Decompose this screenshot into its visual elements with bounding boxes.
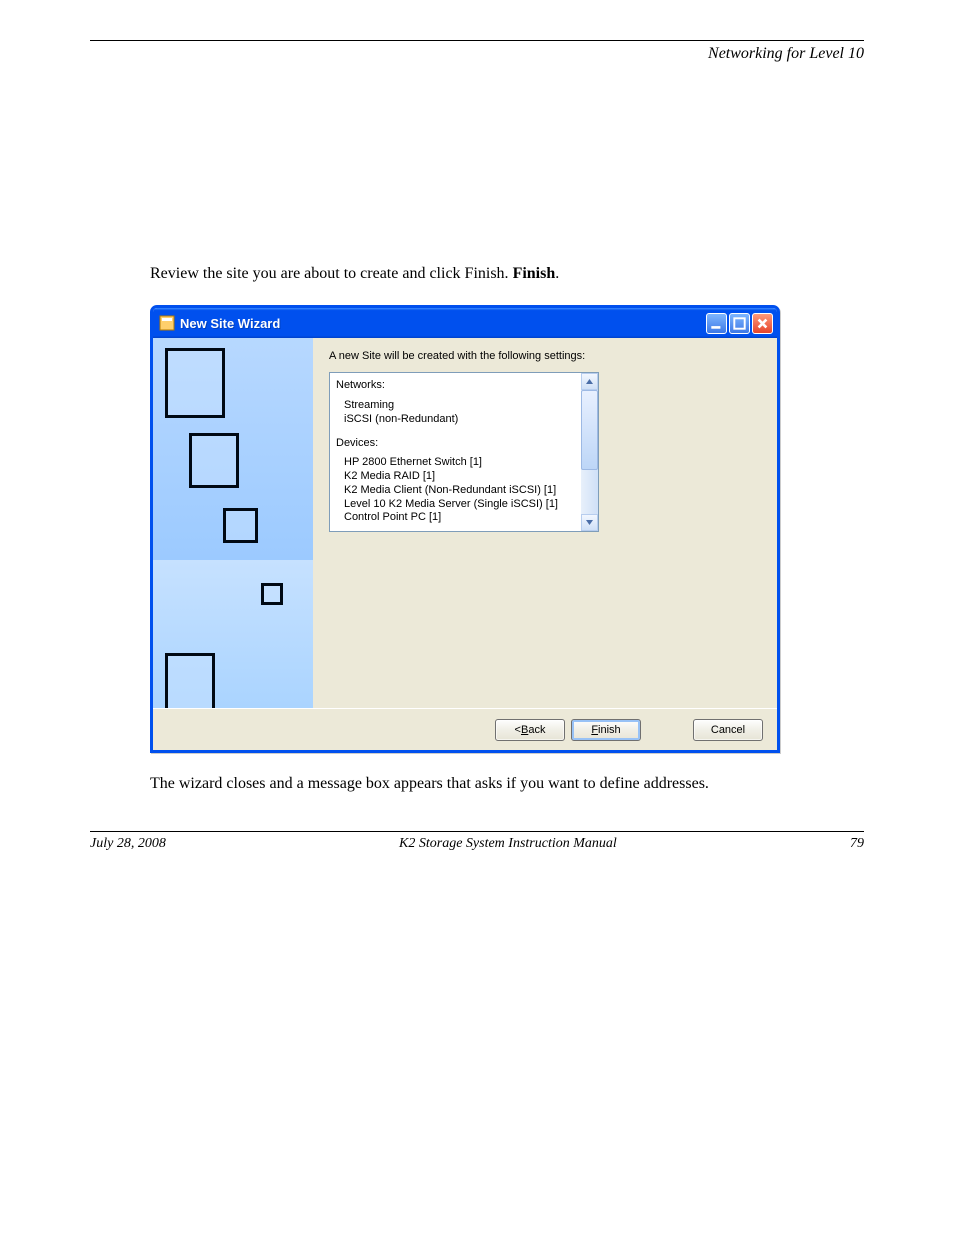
minimize-button[interactable] (706, 313, 727, 334)
scroll-track[interactable] (581, 390, 598, 514)
back-button[interactable]: < Back (495, 719, 565, 741)
wizard-sidebar-graphic (153, 338, 313, 708)
summary-listbox[interactable]: Networks: Streaming iSCSI (non-Redundant… (329, 372, 599, 532)
footer-date: July 28, 2008 (90, 836, 166, 852)
cancel-button[interactable]: Cancel (693, 719, 763, 741)
app-icon (159, 315, 175, 331)
close-button[interactable] (752, 313, 773, 334)
instruction-before: Review the site you are about to create … (150, 263, 864, 285)
page-footer: July 28, 2008 K2 Storage System Instruct… (90, 831, 864, 852)
instruction-after-1: The wizard closes and a message box appe… (150, 773, 864, 795)
finish-button[interactable]: Finish (571, 719, 641, 741)
maximize-button[interactable] (729, 313, 750, 334)
scroll-thumb[interactable] (581, 390, 598, 470)
new-site-wizard-dialog: New Site Wizard A new Site will be creat… (150, 305, 780, 753)
wizard-button-bar: < Back Finish Cancel (153, 708, 777, 750)
scroll-up-button[interactable] (581, 373, 598, 390)
page-header-right: Networking for Level 10 (90, 41, 864, 63)
scrollbar[interactable] (581, 373, 598, 531)
summary-content: Networks: Streaming iSCSI (non-Redundant… (330, 373, 581, 531)
wizard-intro-text: A new Site will be created with the foll… (329, 350, 761, 362)
scroll-down-button[interactable] (581, 514, 598, 531)
footer-title: K2 Storage System Instruction Manual (399, 836, 617, 852)
window-title: New Site Wizard (180, 316, 704, 331)
titlebar[interactable]: New Site Wizard (153, 308, 777, 338)
footer-page: 79 (850, 836, 864, 852)
